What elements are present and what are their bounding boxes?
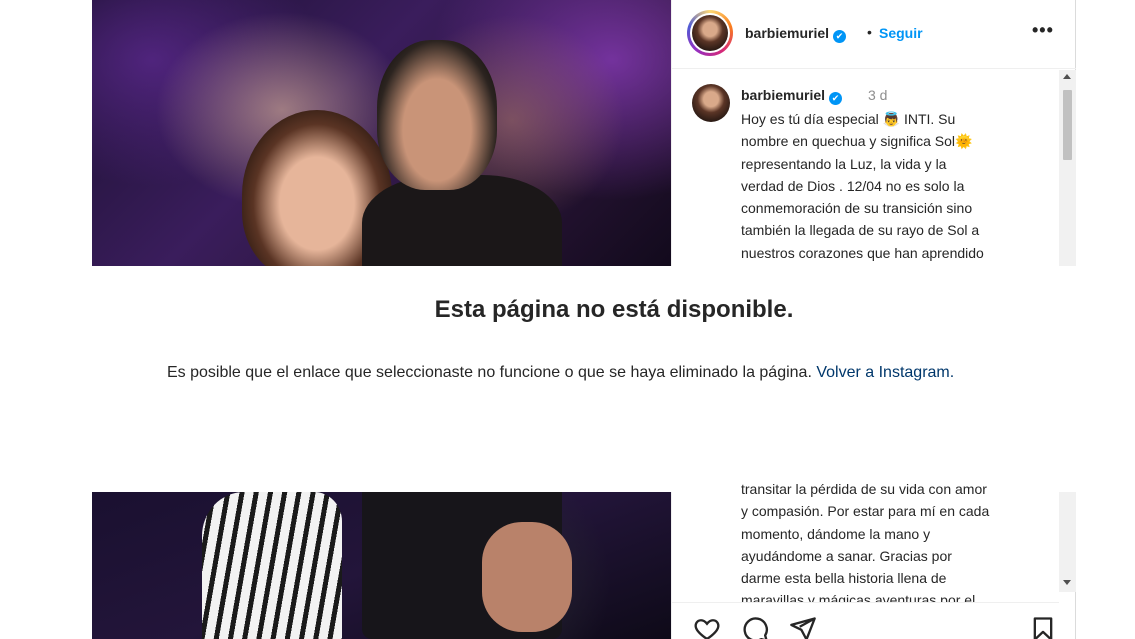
caption-avatar[interactable] (692, 84, 730, 122)
caption-scrollbar-lower[interactable] (1059, 492, 1076, 592)
avatar-image (692, 15, 728, 51)
post-header: barbiemuriel ✔ • Seguir ••• (672, 0, 1076, 69)
verified-badge-icon: ✔ (833, 30, 847, 43)
post-timestamp[interactable]: 3 d (868, 87, 887, 103)
scroll-up-arrow-icon[interactable] (1063, 74, 1071, 79)
heart-icon[interactable] (693, 615, 721, 639)
share-icon[interactable] (789, 615, 817, 639)
error-message-text: Es posible que el enlace que seleccionas… (167, 364, 817, 381)
caption-text-continued: transitar la pérdida de su vida con amor… (741, 481, 990, 609)
scroll-down-arrow-icon[interactable] (1063, 580, 1071, 585)
back-to-instagram-link[interactable]: Volver a Instagram. (816, 364, 954, 381)
photo-person-man-body (362, 175, 562, 266)
post-photo-top (92, 0, 671, 266)
more-options-icon[interactable]: ••• (1032, 20, 1054, 41)
scroll-thumb[interactable] (1063, 90, 1072, 160)
post-photo-bottom (92, 492, 671, 639)
separator-dot: • (867, 24, 872, 40)
post-side-panel-bottom: transitar la pérdida de su vida con amor… (671, 481, 1076, 639)
caption-username[interactable]: barbiemuriel (741, 87, 825, 103)
bookmark-icon[interactable] (1029, 615, 1057, 639)
photo-striped-dress (202, 492, 342, 639)
story-avatar[interactable] (687, 10, 733, 56)
caption-area: barbiemuriel ✔ 3 d Hoy es tú día especial… (672, 70, 1076, 266)
page-unavailable-overlay: Esta página no está disponible. Es posib… (0, 266, 1135, 492)
error-title: Esta página no está disponible. (434, 296, 794, 323)
photo-man-arm (482, 522, 572, 632)
caption-text: Hoy es tú día especial 👼 INTI. Su nombre… (741, 111, 984, 261)
verified-badge-icon: ✔ (829, 92, 843, 105)
post-side-panel-top: barbiemuriel ✔ • Seguir ••• barbiemuriel ✔… (671, 0, 1076, 266)
follow-button[interactable]: Seguir (879, 25, 923, 41)
error-message: Es posible que el enlace que seleccionas… (167, 364, 954, 382)
header-username[interactable]: barbiemuriel (745, 25, 829, 41)
photo-person-man-head (377, 40, 497, 190)
comment-icon[interactable] (741, 615, 769, 639)
header-username-row[interactable]: barbiemuriel ✔ (745, 25, 847, 43)
caption-username-row[interactable]: barbiemuriel ✔ (741, 87, 843, 105)
post-actions-bar (672, 602, 1059, 639)
caption-scrollbar[interactable] (1059, 70, 1076, 266)
